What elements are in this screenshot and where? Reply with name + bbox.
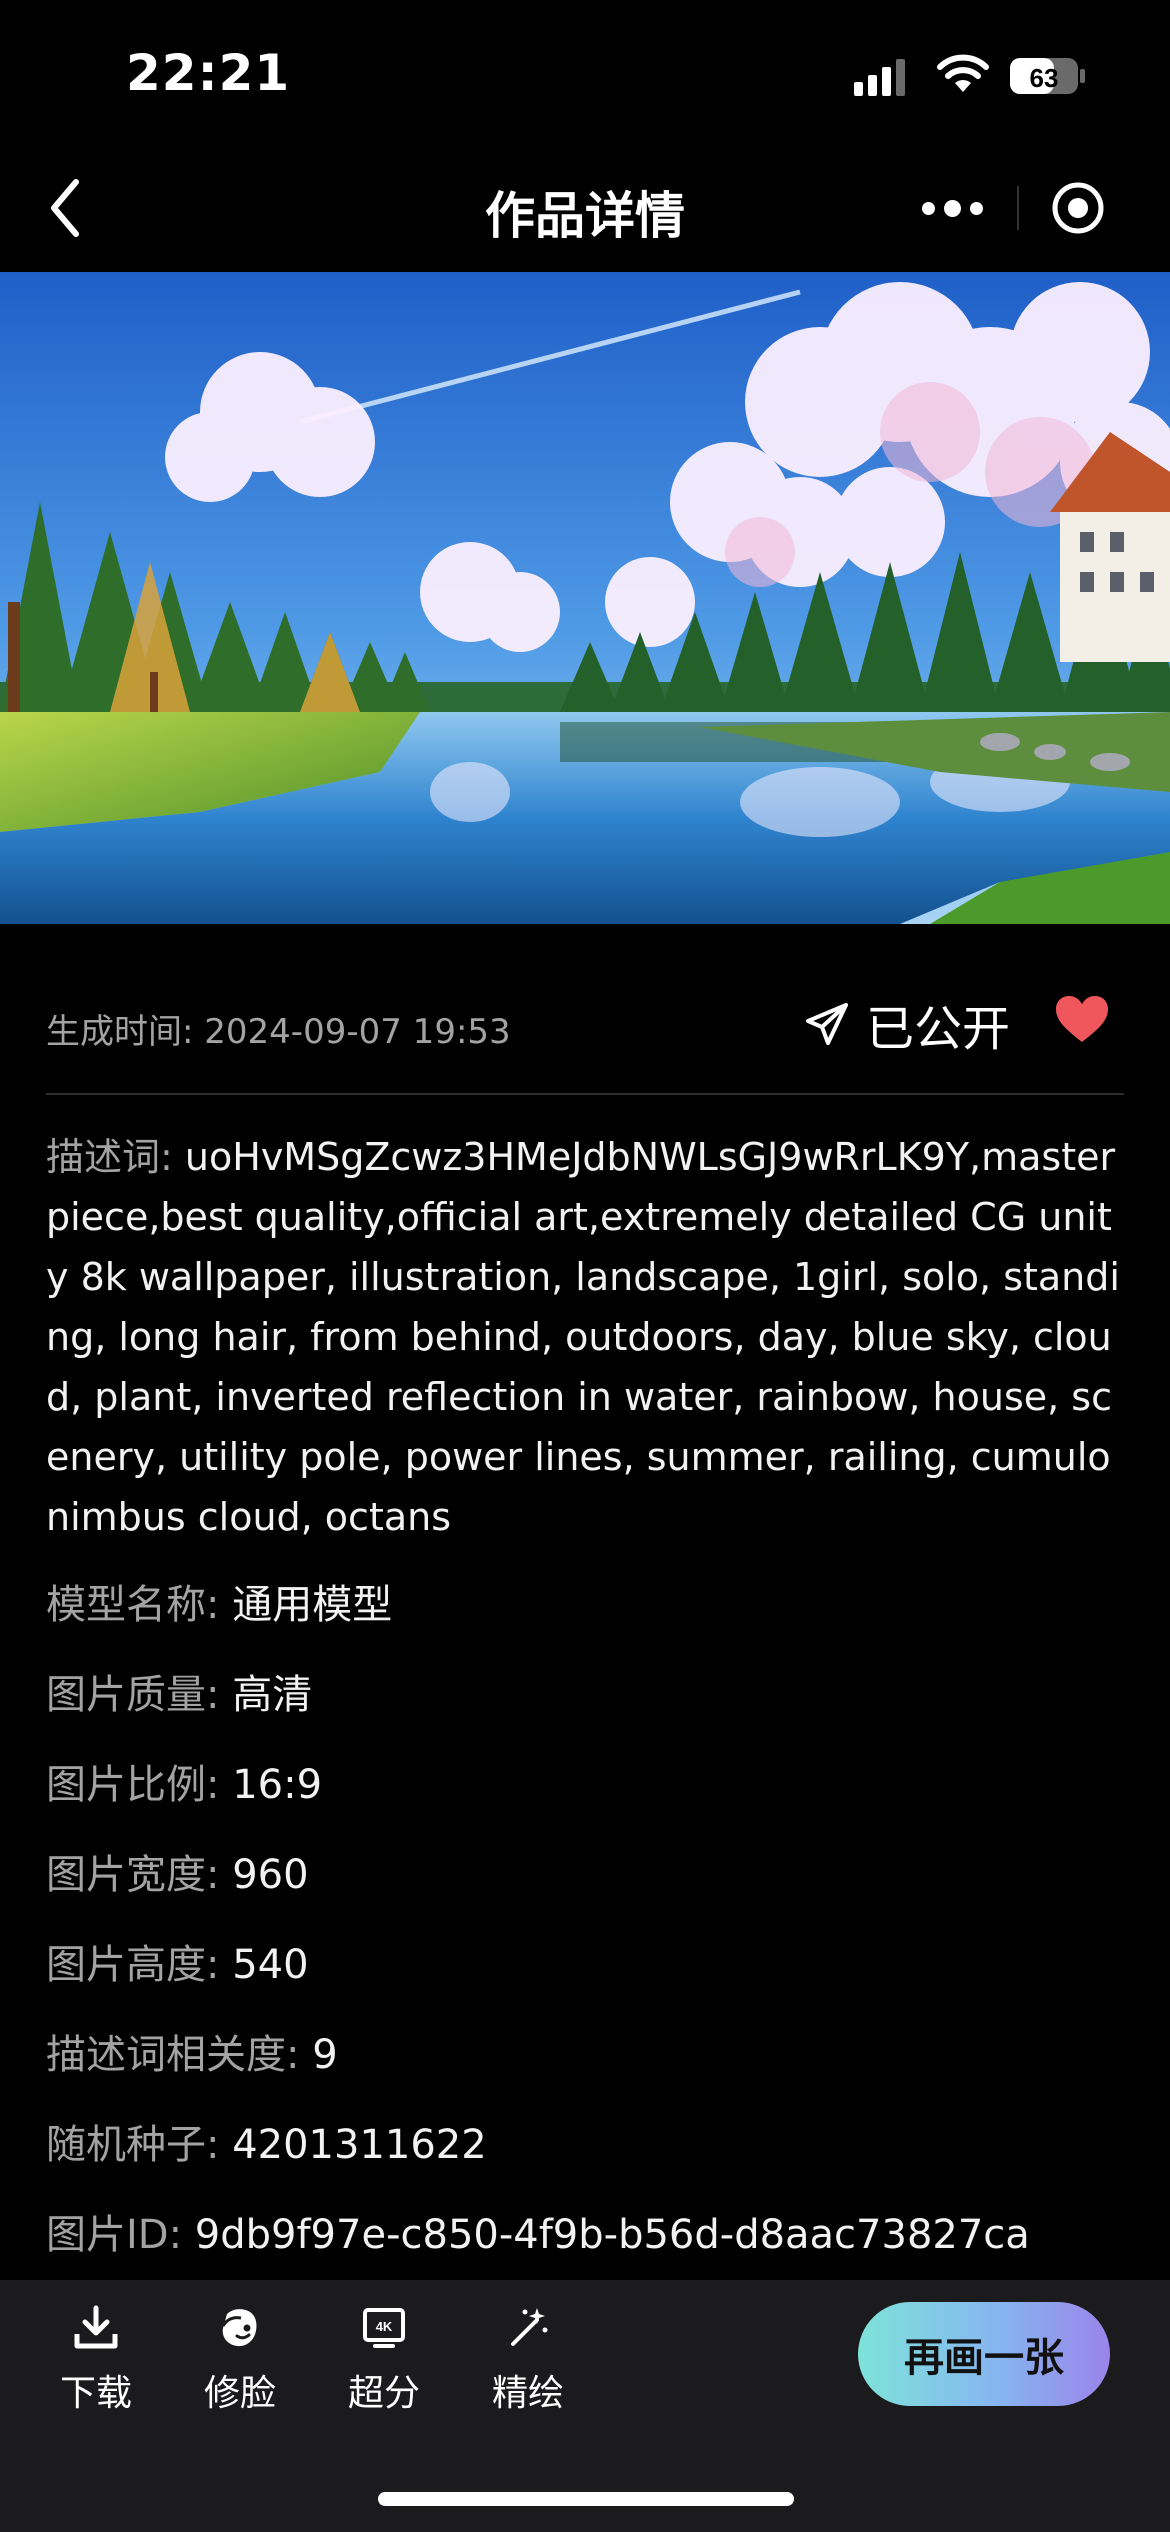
4k-icon: 4K [363,2308,405,2348]
publish-status-button[interactable]: 已公开 [802,992,1011,1057]
refine-button[interactable]: 精绘 [468,2304,588,2414]
signal-icon [854,59,905,96]
heart-icon[interactable] [1054,994,1110,1046]
magic-wand-icon [511,2308,548,2346]
detail-value: 9db9f97e-c850-4f9b-b56d-d8aac73827ca [194,2212,1030,2258]
face-fix-button[interactable]: 修脸 [180,2304,300,2414]
detail-row-image-id: 图片ID: 9db9f97e-c850-4f9b-b56d-d8aac73827… [46,2205,1030,2265]
detail-value: 通用模型 [232,1582,393,1628]
upscale-label: 超分 [347,2373,420,2414]
detail-row-relevance: 描述词相关度: 9 [46,2025,338,2085]
artwork-image[interactable] [0,272,1170,924]
detail-label: 图片宽度: [46,1852,220,1898]
detail-label: 图片质量: [46,1672,220,1718]
description-text: uoHvMSgZcwz3HMeJdbNWLsGJ9wRrLK9Y,masterp… [46,1135,1120,1539]
detail-row-model: 模型名称: 通用模型 [46,1575,392,1635]
publish-status-label: 已公开 [866,1001,1011,1057]
refine-label: 精绘 [491,2373,564,2414]
meta-row: 生成时间: 2024-09-07 19:53 已公开 [46,990,1124,1062]
more-dots-icon[interactable] [902,172,1002,244]
redraw-button[interactable]: 再画一张 [858,2302,1110,2406]
download-label: 下载 [59,2373,132,2414]
close-circle-icon[interactable] [1048,178,1108,238]
description-label: 描述词: [46,1135,173,1179]
detail-row-ratio: 图片比例: 16:9 [46,1755,322,1815]
home-indicator[interactable] [378,2492,794,2506]
detail-row-height: 图片高度: 540 [46,1935,309,1995]
detail-label: 模型名称: [46,1582,220,1628]
detail-value: 高清 [232,1672,313,1718]
detail-label: 图片高度: [46,1942,220,1988]
detail-value: 9 [312,2032,338,2078]
detail-row-seed: 随机种子: 4201311622 [46,2115,487,2175]
nav-bar: 作品详情 [0,150,1170,272]
detail-label: 图片ID: [46,2212,183,2258]
svg-text:4K: 4K [376,2319,393,2334]
detail-label: 图片比例: [46,1762,220,1808]
download-button[interactable]: 下载 [36,2304,156,2414]
divider [46,1093,1124,1095]
detail-label: 描述词相关度: [46,2032,300,2078]
face-fix-label: 修脸 [203,2373,276,2414]
status-bar: 22:21 63 [0,0,1170,150]
artwork-detail-page: 22:21 63 作品详情 生成时间: 2024-09-07 19:53 已公开… [0,0,1170,2532]
mini-program-capsule [890,168,1140,248]
wifi-icon [937,54,989,92]
generation-time: 生成时间: 2024-09-07 19:53 [46,1004,511,1053]
battery-level: 63 [1030,63,1059,93]
generation-time-label: 生成时间: [46,1012,194,1052]
detail-value: 960 [232,1852,309,1898]
capsule-divider [1017,186,1019,230]
detail-row-quality: 图片质量: 高清 [46,1665,312,1725]
detail-value: 16:9 [232,1762,323,1808]
detail-label: 随机种子: [46,2122,220,2168]
status-time: 22:21 [126,44,291,102]
detail-value: 4201311622 [232,2122,487,2168]
detail-row-width: 图片宽度: 960 [46,1845,309,1905]
face-fix-icon [221,2309,257,2347]
upscale-button[interactable]: 4K 超分 [324,2304,444,2414]
description-block: 描述词: uoHvMSgZcwz3HMeJdbNWLsGJ9wRrLK9Y,ma… [46,1127,1126,1547]
generation-time-value: 2024-09-07 19:53 [204,1012,511,1052]
battery-icon: 63 [1010,58,1085,94]
download-icon [74,2305,118,2349]
send-icon [806,1003,848,1045]
detail-value: 540 [232,1942,309,1988]
